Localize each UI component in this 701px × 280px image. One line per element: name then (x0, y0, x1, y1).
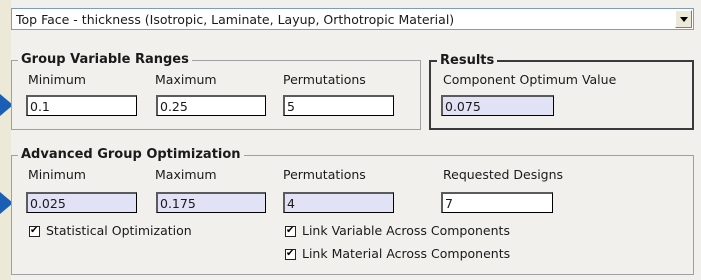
ranges-maximum-label: Maximum (155, 72, 217, 87)
advanced-group-optimization-title: Advanced Group Optimization (18, 147, 244, 162)
advanced-minimum-label: Minimum (28, 167, 86, 182)
optimization-panel: Top Face - thickness (Isotropic, Laminat… (11, 0, 701, 280)
ranges-permutations-value: 5 (287, 99, 295, 114)
advanced-permutations-value: 4 (287, 196, 295, 211)
requested-designs-input[interactable]: 7 (441, 192, 553, 213)
ranges-maximum-value: 0.25 (160, 99, 188, 114)
advanced-permutations-field: 4 (283, 192, 394, 213)
results-title: Results (437, 53, 498, 68)
statistical-optimization-label[interactable]: Statistical Optimization (46, 223, 192, 238)
group-variable-ranges-title: Group Variable Ranges (18, 52, 192, 67)
ranges-minimum-value: 0.1 (30, 99, 50, 114)
advanced-permutations-label: Permutations (283, 167, 366, 182)
variable-dropdown-value: Top Face - thickness (Isotropic, Laminat… (16, 12, 455, 27)
link-variable-label[interactable]: Link Variable Across Components (302, 223, 510, 238)
component-optimum-value: 0.075 (445, 99, 481, 114)
link-material-label[interactable]: Link Material Across Components (302, 246, 510, 261)
ranges-minimum-input[interactable]: 0.1 (26, 95, 137, 116)
requested-designs-label: Requested Designs (443, 167, 564, 182)
advanced-minimum-field: 0.025 (26, 192, 137, 213)
component-optimum-label: Component Optimum Value (443, 72, 617, 87)
advanced-maximum-value: 0.175 (160, 196, 196, 211)
advanced-maximum-label: Maximum (155, 167, 217, 182)
advanced-maximum-field: 0.175 (156, 192, 266, 213)
chevron-down-icon[interactable] (675, 10, 692, 28)
ranges-permutations-label: Permutations (283, 72, 366, 87)
requested-designs-value: 7 (445, 196, 453, 211)
variable-dropdown[interactable]: Top Face - thickness (Isotropic, Laminat… (11, 8, 694, 30)
ranges-permutations-input[interactable]: 5 (283, 95, 394, 116)
link-variable-checkbox[interactable] (285, 224, 296, 238)
ranges-maximum-input[interactable]: 0.25 (156, 95, 266, 116)
statistical-optimization-checkbox[interactable] (29, 224, 40, 238)
advanced-minimum-value: 0.025 (30, 196, 66, 211)
ranges-minimum-label: Minimum (28, 72, 86, 87)
link-material-checkbox[interactable] (285, 247, 296, 261)
component-optimum-field: 0.075 (441, 95, 554, 116)
